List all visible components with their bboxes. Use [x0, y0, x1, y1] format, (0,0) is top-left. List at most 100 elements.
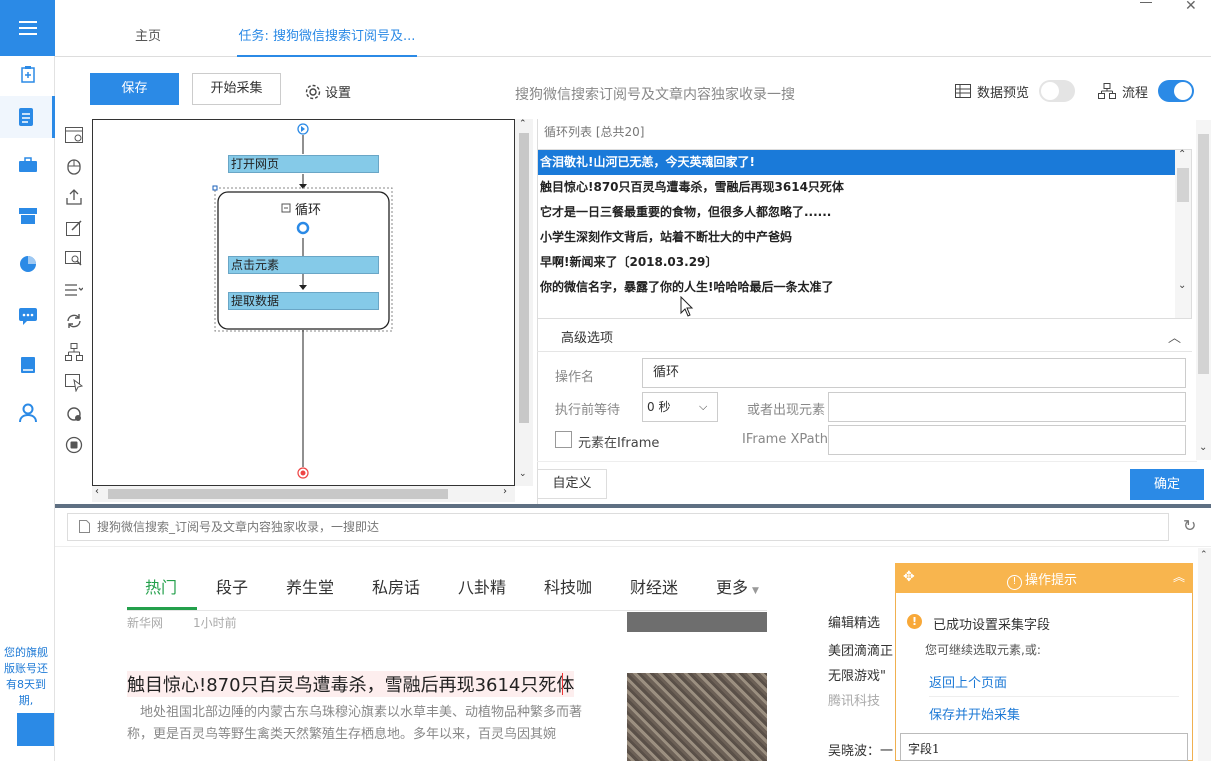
save-button[interactable]: 保存 — [90, 73, 179, 105]
article-source: 新华网 — [127, 616, 164, 630]
loop-list[interactable]: 含泪敬礼!山河已无恙，今天英魂回家了! 触目惊心!870只百灵鸟遭毒杀，雪融后再… — [537, 149, 1192, 319]
pane-splitter[interactable] — [55, 504, 1211, 508]
url-text[interactable]: 搜狗微信搜索_订阅号及文章内容独家收录，一搜即达 — [97, 518, 379, 535]
refresh-icon[interactable]: ↻ — [1183, 516, 1196, 535]
side-link[interactable]: 无限游戏" — [828, 665, 886, 684]
list-item[interactable]: 早啊!新闻来了〔2018.03.29〕 — [538, 250, 1176, 275]
side-link[interactable]: 美团滴滴正 — [828, 640, 893, 659]
category-private[interactable]: 私房话 — [372, 574, 420, 598]
canvas-vertical-scrollbar[interactable]: ⌃ ⌄ — [515, 119, 533, 486]
op-name-input[interactable]: 循环 — [642, 358, 1186, 388]
pie-chart-icon[interactable] — [0, 244, 55, 284]
list-item[interactable]: 它才是一日三餐最重要的食物，但很多人都忽略了...... — [538, 200, 1176, 225]
list-item[interactable]: 含泪敬礼!山河已无恙，今天英魂回家了! — [538, 150, 1176, 175]
list-item[interactable]: 小学生深刻作文背后，站着不断壮大的中产爸妈 — [538, 225, 1176, 250]
category-tech[interactable]: 科技咖 — [544, 574, 592, 598]
click-tool-icon[interactable] — [58, 150, 90, 181]
document-icon[interactable] — [0, 96, 55, 138]
category-more[interactable]: 更多 ▼ — [716, 574, 759, 598]
flow-node-extract[interactable]: 提取数据 — [228, 292, 379, 310]
scroll-down-icon[interactable]: ⌄ — [519, 469, 527, 479]
collapse-icon[interactable]: ︽ — [1173, 568, 1185, 585]
in-iframe-checkbox[interactable] — [555, 431, 572, 448]
chevron-down-icon[interactable]: ⌄ — [1178, 280, 1186, 291]
panel-scrollbar[interactable]: ⌄ — [1196, 120, 1211, 460]
divider — [537, 461, 1197, 462]
iframe-xpath-input[interactable] — [828, 425, 1186, 455]
advanced-options-header[interactable] — [537, 320, 1192, 352]
loop-list-scrollbar[interactable]: ⌃ ⌄ — [1175, 149, 1191, 318]
wait-value: 0 秒 — [647, 400, 671, 414]
list-item[interactable]: 你的微信名字，暴露了你的人生!哈哈哈最后一条太准了 — [538, 275, 1176, 300]
stop-tool-icon[interactable] — [58, 429, 90, 460]
chevron-up-icon[interactable]: ︿ — [1168, 327, 1181, 346]
list-tool-icon[interactable] — [58, 274, 90, 305]
flow-node-click[interactable]: 点击元素 — [228, 256, 379, 274]
settings-button[interactable]: 设置 — [305, 82, 351, 101]
menu-icon[interactable] — [0, 0, 55, 56]
article-headline[interactable]: 触目惊心!870只百灵鸟遭毒杀，雪融后再现3614只死体 — [127, 671, 575, 697]
briefcase-icon[interactable] — [0, 145, 55, 185]
chevron-down-icon[interactable]: ⌄ — [1199, 442, 1207, 453]
article-thumbnail[interactable] — [627, 612, 767, 632]
open-page-tool-icon[interactable] — [58, 119, 90, 150]
rotate-tool-icon[interactable] — [58, 398, 90, 429]
iframe-xpath-label: IFrame XPath — [742, 432, 828, 447]
data-preview-toggle[interactable] — [1039, 80, 1076, 102]
field-name-input[interactable]: 字段1 — [900, 733, 1188, 761]
chat-icon[interactable] — [0, 296, 55, 336]
task-add-icon[interactable] — [0, 54, 55, 94]
category-gossip[interactable]: 八卦精 — [458, 574, 506, 598]
article-time: 1小时前 — [193, 616, 237, 630]
custom-button[interactable]: 自定义 — [537, 469, 607, 499]
browser-scrollbar[interactable]: ⌃ — [1198, 548, 1211, 761]
scroll-left-icon[interactable]: ‹ — [95, 486, 99, 497]
in-iframe-label: 元素在Iframe — [578, 436, 660, 451]
edit-tool-icon[interactable] — [58, 212, 90, 243]
extract-tool-icon[interactable] — [58, 243, 90, 274]
select-tool-icon[interactable] — [58, 367, 90, 398]
side-source: 腾讯科技 — [828, 694, 881, 709]
save-and-start-link[interactable]: 保存并开始采集 — [929, 704, 1020, 723]
scroll-up-icon[interactable]: ⌃ — [1200, 550, 1208, 560]
or-appear-input[interactable] — [828, 392, 1186, 422]
page-icon — [79, 520, 90, 533]
book-icon[interactable] — [0, 345, 55, 385]
flow-node-loop-label[interactable]: 循环 — [295, 199, 321, 218]
loop-tool-icon[interactable] — [58, 305, 90, 336]
branch-tool-icon[interactable] — [58, 336, 90, 367]
category-hot[interactable]: 热门 — [145, 574, 177, 598]
side-link[interactable]: 吴晓波：一 — [828, 740, 893, 759]
store-icon[interactable] — [0, 196, 55, 236]
flow-canvas[interactable]: 打开网页 循环 点击元素 提取数据 — [92, 119, 515, 486]
wait-select[interactable]: 0 秒 ⌵ — [642, 392, 718, 422]
flow-toggle[interactable] — [1158, 80, 1195, 102]
category-jokes[interactable]: 段子 — [216, 574, 248, 598]
category-health[interactable]: 养生堂 — [286, 574, 334, 598]
move-icon[interactable]: ✥ — [903, 569, 915, 585]
divider — [929, 696, 1179, 697]
category-finance[interactable]: 财经迷 — [630, 574, 678, 598]
scroll-right-icon[interactable]: › — [503, 486, 507, 497]
start-collect-button[interactable]: 开始采集 — [192, 73, 281, 105]
tab-task[interactable]: 任务: 搜狗微信搜索订阅号及... — [237, 0, 417, 57]
vip-renew-button[interactable] — [17, 713, 54, 746]
back-to-previous-page-link[interactable]: 返回上个页面 — [929, 672, 1007, 691]
article-summary: 地处祖国北部边陲的内蒙古东乌珠穆沁旗素以水草丰美、动植物品种繁多而著称，更是百灵… — [127, 702, 607, 746]
ok-button[interactable]: 确定 — [1130, 469, 1204, 500]
scroll-up-icon[interactable]: ⌃ — [519, 119, 527, 129]
list-item[interactable]: 触目惊心!870只百灵鸟遭毒杀，雪融后再现3614只死体 — [538, 175, 1176, 200]
vip-expiry-notice[interactable]: 您的旗舰版账号还有8天到期, — [2, 645, 50, 709]
tip-subtitle: 您可继续选取元素,或: — [925, 643, 1041, 657]
flow-node-open-page[interactable]: 打开网页 — [228, 155, 379, 173]
canvas-horizontal-scrollbar[interactable]: ‹ › — [92, 486, 515, 502]
export-tool-icon[interactable] — [58, 181, 90, 212]
chevron-up-icon[interactable]: ⌃ — [1178, 149, 1186, 160]
close-icon[interactable]: ✕ — [1185, 0, 1197, 14]
flow-toolbox — [58, 119, 90, 459]
article-thumbnail[interactable] — [627, 673, 767, 761]
minimize-icon[interactable] — [1140, 2, 1152, 3]
tab-home[interactable]: 主页 — [135, 0, 161, 57]
warning-icon: ! — [907, 614, 922, 629]
user-icon[interactable] — [0, 393, 55, 433]
